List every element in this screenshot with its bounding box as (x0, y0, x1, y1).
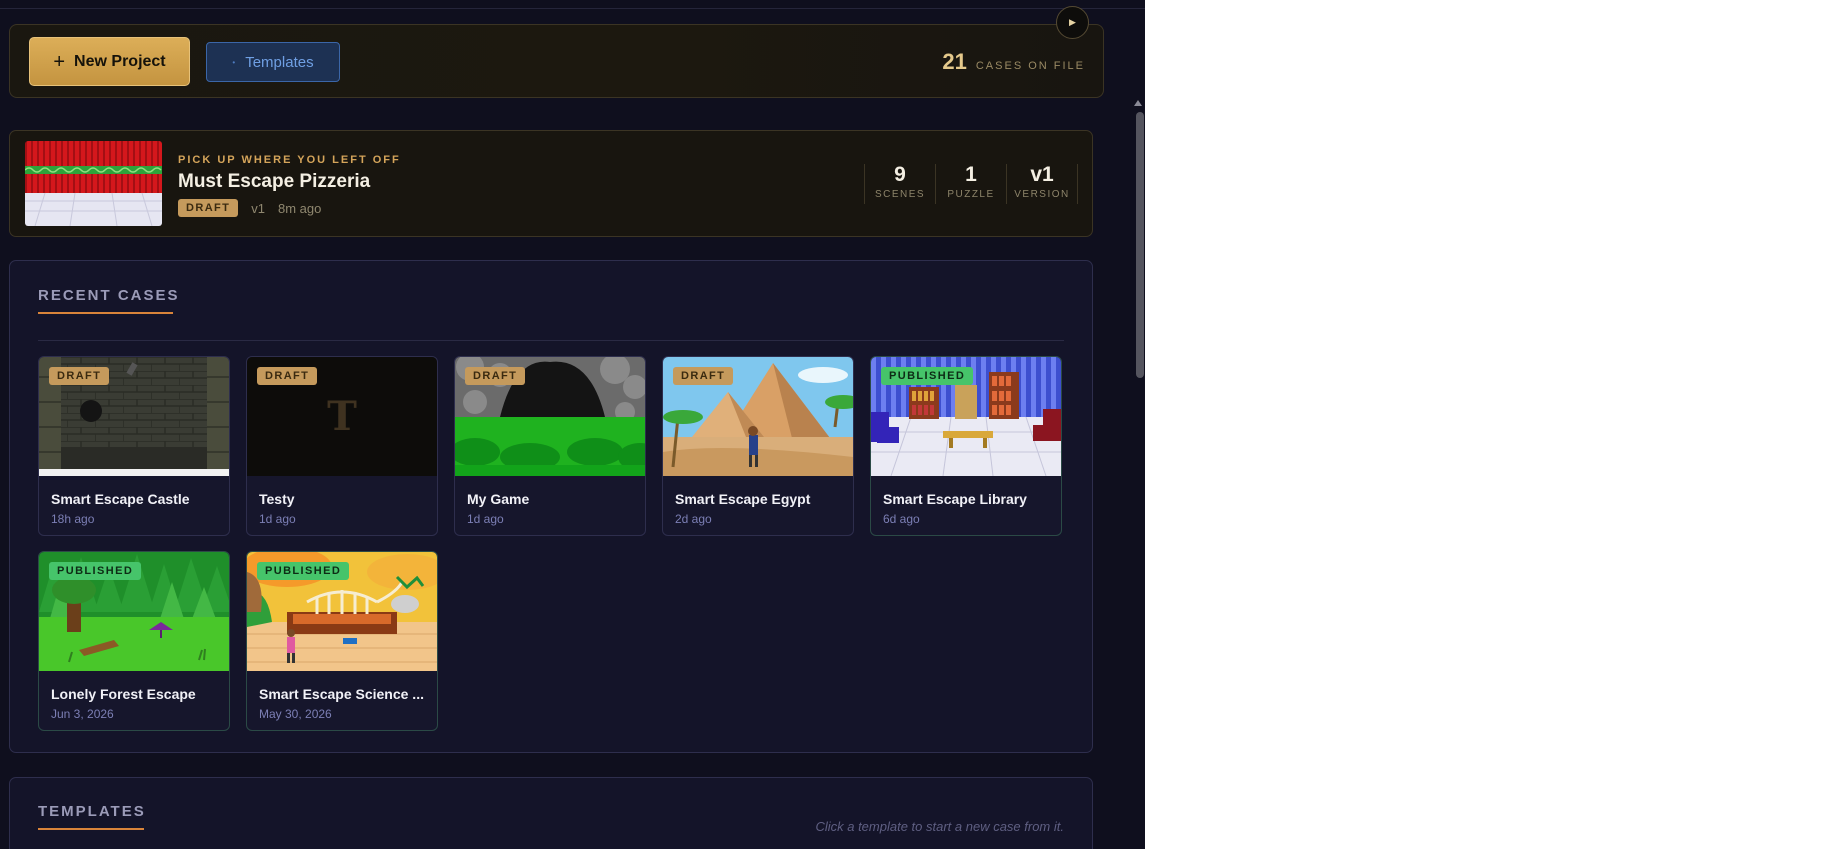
templates-title: TEMPLATES (38, 803, 146, 820)
case-count-label: CASES ON FILE (975, 60, 1085, 72)
status-badge: PUBLISHED (257, 562, 350, 580)
stat-value: v1 (1030, 163, 1054, 186)
stat-puzzle: 1 PUZZLE (936, 164, 1007, 204)
recent-cases-title: RECENT CASES (38, 287, 180, 304)
case-time: 6d ago (883, 512, 920, 526)
templates-panel: TEMPLATES Click a template to start a ne… (9, 777, 1093, 849)
case-count: 21 CASES ON FILE (942, 49, 1085, 75)
stat-value: 1 (965, 163, 977, 186)
continue-eyebrow: PICK UP WHERE YOU LEFT OFF (178, 154, 401, 166)
stat-value: 9 (894, 163, 906, 186)
app-window: + New Project • Templates 21 CASES ON FI… (0, 0, 1145, 849)
status-badge: PUBLISHED (49, 562, 142, 580)
case-card[interactable]: T DRAFT Testy 1d ago (246, 356, 438, 536)
case-time: 1d ago (259, 512, 296, 526)
bullet-icon: • (232, 57, 236, 67)
scroll-up-arrow-icon[interactable] (1134, 100, 1142, 106)
case-time: 18h ago (51, 512, 95, 526)
status-badge: DRAFT (257, 367, 318, 385)
status-badge: DRAFT (178, 199, 239, 217)
case-count-number: 21 (942, 49, 967, 74)
new-project-label: New Project (74, 52, 166, 70)
case-title: Smart Escape Library (883, 491, 1027, 507)
title-underline (38, 312, 173, 314)
stat-label: SCENES (874, 189, 926, 200)
status-badge: DRAFT (465, 367, 526, 385)
recent-cases-panel: RECENT CASES DRAFT Smart Escape Castle 1… (9, 260, 1093, 753)
case-card[interactable]: PUBLISHED Smart Escape Library 6d ago (870, 356, 1062, 536)
status-badge: PUBLISHED (881, 367, 974, 385)
stat-label: VERSION (1014, 189, 1070, 200)
placeholder-letter: T (327, 393, 357, 440)
case-time: 2d ago (675, 512, 712, 526)
stat-label: PUZZLE (947, 189, 995, 200)
case-card[interactable]: PUBLISHED Lonely Forest Escape Jun 3, 20… (38, 551, 230, 731)
toolbar: + New Project • Templates 21 CASES ON FI… (9, 24, 1104, 98)
continue-edited: 8m ago (278, 200, 322, 216)
continue-thumbnail (25, 141, 162, 226)
continue-project-card[interactable]: PICK UP WHERE YOU LEFT OFF Must Escape P… (9, 130, 1093, 237)
case-card[interactable]: DRAFT Smart Escape Castle 18h ago (38, 356, 230, 536)
stat-scenes: 9 SCENES (865, 164, 936, 204)
top-divider (0, 8, 1145, 9)
status-badge: DRAFT (673, 367, 734, 385)
case-card[interactable]: PUBLISHED Smart Escape Science ... May 3… (246, 551, 438, 731)
panel-divider (38, 340, 1064, 341)
continue-info: PICK UP WHERE YOU LEFT OFF Must Escape P… (178, 154, 401, 217)
case-card[interactable]: DRAFT My Game 1d ago (454, 356, 646, 536)
templates-button[interactable]: • Templates (206, 42, 340, 82)
play-icon: ▶ (1069, 17, 1076, 27)
case-title: Smart Escape Castle (51, 491, 190, 507)
stat-version: v1 VERSION (1007, 164, 1078, 204)
case-title: Smart Escape Science ... (259, 686, 424, 702)
templates-hint: Click a template to start a new case fro… (815, 819, 1064, 834)
scrollbar-thumb[interactable] (1136, 112, 1144, 378)
continue-stats: 9 SCENES 1 PUZZLE v1 VERSION (864, 164, 1078, 204)
play-button[interactable]: ▶ (1056, 6, 1089, 39)
case-title: Testy (259, 491, 295, 507)
new-project-button[interactable]: + New Project (29, 37, 190, 86)
templates-button-label: Templates (245, 53, 314, 71)
continue-meta: DRAFT v1 8m ago (178, 199, 401, 217)
case-card[interactable]: DRAFT Smart Escape Egypt 2d ago (662, 356, 854, 536)
case-time: Jun 3, 2026 (51, 707, 114, 721)
continue-version: v1 (251, 200, 266, 216)
continue-title: Must Escape Pizzeria (178, 171, 371, 192)
case-time: 1d ago (467, 512, 504, 526)
case-title: My Game (467, 491, 530, 507)
case-time: May 30, 2026 (259, 707, 332, 721)
status-badge: DRAFT (49, 367, 110, 385)
case-title: Lonely Forest Escape (51, 686, 196, 702)
title-underline (38, 828, 144, 830)
case-title: Smart Escape Egypt (675, 491, 811, 507)
plus-icon: + (53, 50, 66, 73)
